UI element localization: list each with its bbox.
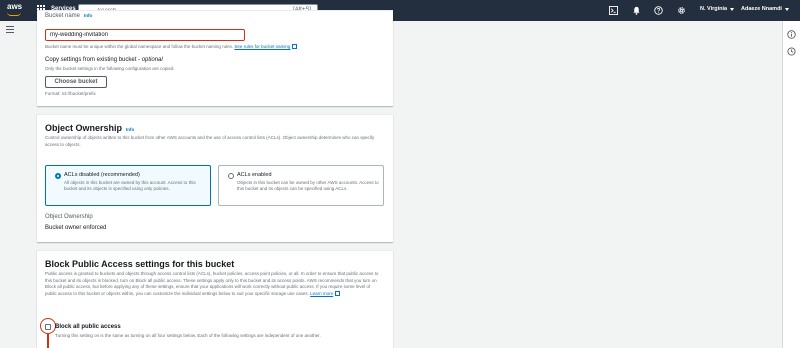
info-circle-icon[interactable] bbox=[787, 26, 796, 39]
copy-settings-hint: Only the bucket settings in the followin… bbox=[45, 66, 175, 71]
optional-tag: - optional bbox=[136, 57, 163, 63]
bucket-name-info-link[interactable]: Info bbox=[84, 13, 92, 18]
learn-more-link[interactable]: Learn more bbox=[310, 291, 333, 296]
acls-disabled-title: ACLs disabled (recommended) bbox=[64, 172, 140, 178]
block-all-public-access-description: Turning this setting on is the same as t… bbox=[55, 333, 321, 338]
external-link-icon bbox=[335, 290, 341, 296]
caret-down-icon bbox=[730, 7, 735, 11]
bell-icon[interactable] bbox=[631, 5, 641, 15]
acls-enabled-option[interactable]: ACLs enabled Objects in this bucket can … bbox=[218, 165, 384, 206]
object-ownership-panel: Object Ownership Info Control ownership o… bbox=[37, 114, 393, 242]
bucket-name-hint-text: Bucket name must be unique within the gl… bbox=[45, 44, 234, 49]
aws-smile-icon bbox=[7, 12, 21, 16]
object-ownership-info-link[interactable]: Info bbox=[126, 127, 134, 132]
utility-rail bbox=[782, 21, 800, 348]
object-ownership-title: Object Ownership bbox=[45, 123, 123, 133]
bucket-name-label-row: Bucket name Info bbox=[45, 13, 92, 19]
object-ownership-heading: Object Ownership Info bbox=[45, 123, 134, 133]
gear-icon[interactable] bbox=[676, 5, 686, 15]
caret-down-icon bbox=[784, 7, 789, 11]
external-link-icon bbox=[292, 44, 298, 50]
object-ownership-value-label: Object Ownership bbox=[45, 214, 93, 220]
acls-enabled-description: Objects in this bucket can be owned by o… bbox=[237, 180, 379, 191]
account-name: Adaeze Nnamdi bbox=[741, 6, 782, 12]
format-hint: Format: s3://bucket/prefix bbox=[45, 91, 96, 96]
account-menu[interactable]: Adaeze Nnamdi bbox=[741, 6, 789, 12]
block-all-public-access-label-text: Block all public access bbox=[55, 324, 121, 330]
region-label: N. Virginia bbox=[700, 6, 728, 12]
copy-settings-label-row: Copy settings from existing bucket - opt… bbox=[45, 57, 163, 63]
highlight-line-annotation bbox=[47, 334, 49, 348]
menu-icon[interactable] bbox=[6, 26, 14, 33]
help-icon[interactable] bbox=[653, 5, 663, 15]
object-ownership-value: Bucket owner enforced bbox=[45, 225, 107, 231]
cloudshell-icon[interactable] bbox=[608, 5, 618, 15]
acls-enabled-radio[interactable] bbox=[228, 173, 234, 179]
general-configuration-panel: Bucket nameInfo Bucket name must be uniq… bbox=[37, 10, 393, 106]
block-all-public-access-label[interactable]: Block all public access bbox=[55, 324, 121, 330]
aws-logo-text: aws bbox=[7, 2, 23, 11]
acls-disabled-description: All objects in this bucket are owned by … bbox=[64, 180, 196, 191]
bucket-naming-rules-link[interactable]: See rules for bucket naming bbox=[234, 44, 290, 49]
bucket-name-input[interactable] bbox=[45, 29, 245, 41]
acls-enabled-title: ACLs enabled bbox=[237, 172, 272, 178]
copy-settings-label: Copy settings from existing bucket bbox=[45, 57, 137, 63]
acls-disabled-radio[interactable] bbox=[55, 173, 61, 179]
aws-logo[interactable]: aws bbox=[7, 3, 23, 17]
bucket-name-hint: Bucket name must be unique within the gl… bbox=[45, 44, 390, 51]
block-public-access-title: Block Public Access settings for this bu… bbox=[45, 259, 235, 269]
block-public-access-panel: Block Public Access settings for this bu… bbox=[37, 250, 393, 348]
block-all-public-access-checkbox[interactable] bbox=[45, 324, 51, 330]
history-icon[interactable] bbox=[787, 43, 796, 56]
object-ownership-description: Control ownership of objects written to … bbox=[45, 135, 375, 147]
choose-bucket-button[interactable]: Choose bucket bbox=[45, 76, 107, 88]
block-public-access-description: Public access is granted to buckets and … bbox=[45, 271, 381, 297]
region-selector[interactable]: N. Virginia bbox=[700, 6, 735, 12]
bucket-name-label: Bucket name bbox=[45, 13, 81, 19]
acls-disabled-option[interactable]: ACLs disabled (recommended) All objects … bbox=[45, 165, 211, 206]
